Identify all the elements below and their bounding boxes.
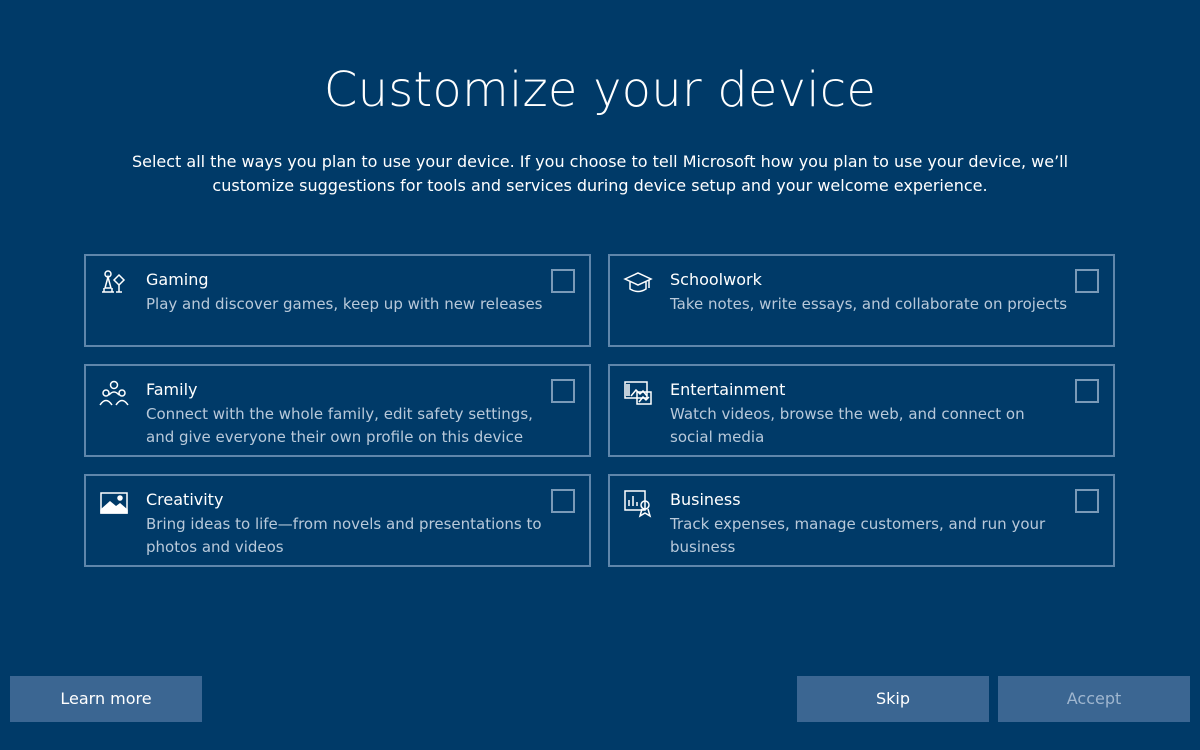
option-checkbox[interactable] xyxy=(551,269,575,293)
option-title: Schoolwork xyxy=(670,270,762,289)
option-description: Bring ideas to life—from novels and pres… xyxy=(146,515,542,556)
option-description: Take notes, write essays, and collaborat… xyxy=(670,295,1068,313)
gaming-icon xyxy=(99,268,129,298)
option-checkbox[interactable] xyxy=(1075,489,1099,513)
option-title: Creativity xyxy=(146,490,224,509)
option-description: Connect with the whole family, edit safe… xyxy=(146,405,533,446)
business-chart-icon xyxy=(623,488,653,518)
page-title: Customize your device xyxy=(323,62,877,118)
option-card-creativity[interactable]: Creativity Bring ideas to life—from nove… xyxy=(84,474,591,567)
option-description: Track expenses, manage customers, and ru… xyxy=(670,515,1046,556)
option-card-business[interactable]: Business Track expenses, manage customer… xyxy=(608,474,1115,567)
family-icon xyxy=(99,378,129,408)
option-title: Entertainment xyxy=(670,380,786,399)
option-checkbox[interactable] xyxy=(1075,379,1099,403)
page-subtitle: Select all the ways you plan to use your… xyxy=(131,152,1069,195)
entertainment-icon xyxy=(623,378,653,408)
option-title: Family xyxy=(146,380,198,399)
option-description: Watch videos, browse the web, and connec… xyxy=(670,405,1025,446)
option-title: Gaming xyxy=(146,270,209,289)
learn-more-button[interactable]: Learn more xyxy=(10,676,202,722)
accept-button[interactable]: Accept xyxy=(998,676,1190,722)
skip-button[interactable]: Skip xyxy=(797,676,989,722)
option-checkbox[interactable] xyxy=(551,379,575,403)
option-card-gaming[interactable]: Gaming Play and discover games, keep up … xyxy=(84,254,591,347)
option-description: Play and discover games, keep up with ne… xyxy=(146,295,543,313)
graduation-cap-icon xyxy=(623,268,653,298)
option-checkbox[interactable] xyxy=(551,489,575,513)
option-card-schoolwork[interactable]: Schoolwork Take notes, write essays, and… xyxy=(608,254,1115,347)
picture-icon xyxy=(99,488,129,518)
option-title: Business xyxy=(670,490,741,509)
options-grid: Gaming Play and discover games, keep up … xyxy=(84,254,1116,568)
option-card-family[interactable]: Family Connect with the whole family, ed… xyxy=(84,364,591,457)
option-checkbox[interactable] xyxy=(1075,269,1099,293)
option-card-entertainment[interactable]: Entertainment Watch videos, browse the w… xyxy=(608,364,1115,457)
setup-page: Customize your device Select all the way… xyxy=(0,0,1200,750)
